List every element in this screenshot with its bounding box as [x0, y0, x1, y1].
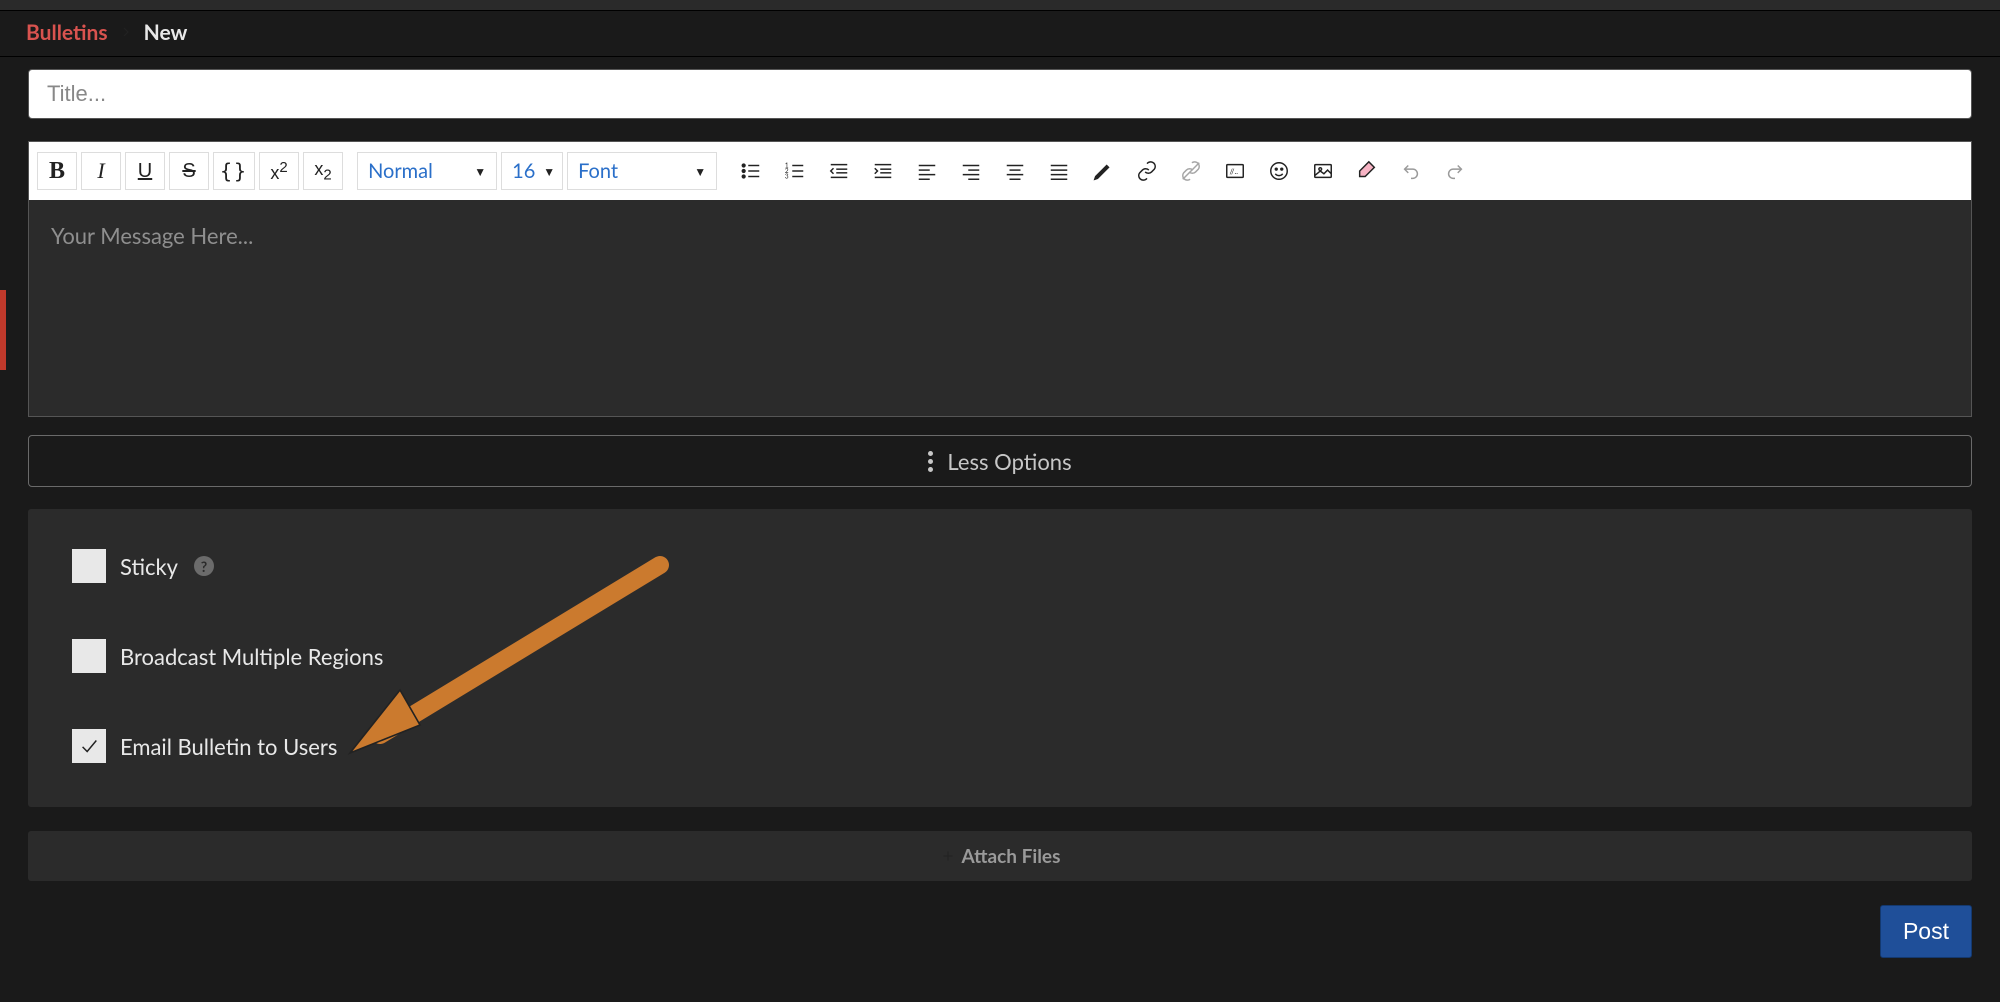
indent-button[interactable] [863, 152, 903, 190]
subscript-button[interactable]: x2 [303, 152, 343, 190]
insert-link-button[interactable] [1127, 152, 1167, 190]
strikethrough-icon: S [182, 160, 195, 183]
align-justify-icon [1048, 160, 1070, 182]
link-icon [1136, 160, 1158, 182]
superscript-button[interactable]: x2 [259, 152, 299, 190]
ordered-list-button[interactable]: 123 [775, 152, 815, 190]
code-braces-icon: {} [220, 159, 248, 183]
align-left-icon [916, 160, 938, 182]
message-textarea[interactable]: Your Message Here... [29, 200, 1971, 416]
eraser-icon [1356, 160, 1378, 182]
top-bar [0, 0, 2000, 11]
caret-down-icon: ▼ [543, 164, 555, 179]
attach-files-button[interactable]: Attach Files [28, 831, 1972, 881]
unordered-list-icon [740, 160, 762, 182]
superscript-icon: x2 [270, 159, 287, 184]
image-icon [1312, 160, 1334, 182]
font-family-label: Font [578, 159, 618, 183]
remove-link-button[interactable] [1171, 152, 1211, 190]
outdent-button[interactable] [819, 152, 859, 190]
less-options-label: Less Options [947, 448, 1071, 475]
plus-icon [940, 848, 956, 864]
align-justify-button[interactable] [1039, 152, 1079, 190]
align-center-button[interactable] [995, 152, 1035, 190]
less-options-toggle[interactable]: Less Options [28, 435, 1972, 487]
paragraph-style-select[interactable]: Normal ▼ [357, 152, 497, 190]
eraser-button[interactable] [1347, 152, 1387, 190]
title-input[interactable] [28, 69, 1972, 119]
unordered-list-button[interactable] [731, 152, 771, 190]
svg-text://..: //.. [1230, 167, 1239, 176]
caret-down-icon: ▼ [474, 164, 486, 179]
paragraph-style-label: Normal [368, 159, 433, 183]
undo-icon [1400, 160, 1422, 182]
underline-button[interactable]: U [125, 152, 165, 190]
align-right-icon [960, 160, 982, 182]
redo-icon [1444, 160, 1466, 182]
align-right-button[interactable] [951, 152, 991, 190]
breadcrumb-root-link[interactable]: Bulletins [26, 20, 108, 45]
ordered-list-icon: 123 [784, 160, 806, 182]
unlink-icon [1180, 160, 1202, 182]
drag-handle-icon [928, 451, 933, 472]
font-family-select[interactable]: Font ▼ [567, 152, 717, 190]
broadcast-label: Broadcast Multiple Regions [120, 643, 383, 670]
underline-icon: U [138, 160, 152, 183]
outdent-icon [828, 160, 850, 182]
align-center-icon [1004, 160, 1026, 182]
subscript-icon: x2 [314, 159, 331, 184]
font-size-label: 16 [512, 159, 535, 183]
left-accent-bar [0, 290, 6, 370]
option-sticky-row: Sticky ? [72, 549, 1928, 583]
bold-icon: B [49, 158, 65, 185]
editor: B I U S {} x2 x2 Normal ▼ 16 ▼ Font ▼ [28, 141, 1972, 417]
pencil-icon [1092, 160, 1114, 182]
attach-files-label: Attach Files [962, 845, 1061, 868]
italic-button[interactable]: I [81, 152, 121, 190]
insert-iframe-button[interactable]: //.. [1215, 152, 1255, 190]
redo-button[interactable] [1435, 152, 1475, 190]
emoji-button[interactable] [1259, 152, 1299, 190]
options-panel: Sticky ? Broadcast Multiple Regions Emai… [28, 509, 1972, 807]
option-email-row: Email Bulletin to Users [72, 729, 1928, 763]
post-row: Post [28, 905, 1972, 958]
svg-text:3: 3 [785, 173, 789, 180]
smile-icon [1268, 160, 1290, 182]
help-icon[interactable]: ? [194, 556, 214, 576]
sticky-checkbox[interactable] [72, 549, 106, 583]
font-size-select[interactable]: 16 ▼ [501, 152, 563, 190]
strikethrough-button[interactable]: S [169, 152, 209, 190]
post-button[interactable]: Post [1880, 905, 1972, 958]
bold-button[interactable]: B [37, 152, 77, 190]
code-button[interactable]: {} [213, 152, 255, 190]
indent-icon [872, 160, 894, 182]
align-left-button[interactable] [907, 152, 947, 190]
caret-down-icon: ▼ [694, 164, 706, 179]
breadcrumb-current: New [144, 20, 188, 45]
broadcast-checkbox[interactable] [72, 639, 106, 673]
sticky-label: Sticky [120, 553, 178, 580]
color-picker-button[interactable] [1083, 152, 1123, 190]
chevron-right-icon [118, 20, 134, 45]
undo-button[interactable] [1391, 152, 1431, 190]
insert-image-button[interactable] [1303, 152, 1343, 190]
iframe-icon: //.. [1224, 160, 1246, 182]
option-broadcast-row: Broadcast Multiple Regions [72, 639, 1928, 673]
email-bulletin-checkbox[interactable] [72, 729, 106, 763]
italic-icon: I [97, 158, 104, 184]
main-content: B I U S {} x2 x2 Normal ▼ 16 ▼ Font ▼ [0, 57, 2000, 958]
editor-toolbar: B I U S {} x2 x2 Normal ▼ 16 ▼ Font ▼ [29, 142, 1971, 200]
breadcrumb: Bulletins New [0, 11, 2000, 57]
email-bulletin-label: Email Bulletin to Users [120, 733, 337, 760]
